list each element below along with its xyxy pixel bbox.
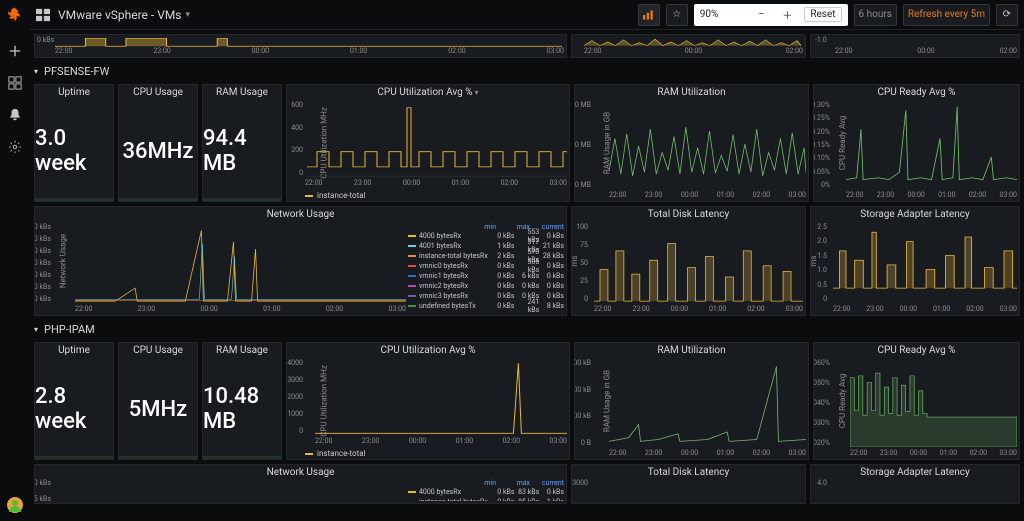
panel-net-pf[interactable]: Network Usage Network Usage 600 kBs500 k… bbox=[34, 206, 567, 316]
zoom-value: 90% bbox=[700, 9, 719, 20]
panel-title[interactable]: RAM Usage bbox=[203, 343, 281, 358]
star-button[interactable]: ☆ bbox=[666, 4, 688, 26]
panel-stor-lat-pi[interactable]: Storage Adapter Latency 4.0 bbox=[810, 464, 1020, 504]
chevron-down-icon: ▾ bbox=[34, 67, 38, 76]
panel-title[interactable]: RAM Usage bbox=[203, 85, 281, 100]
panel-title[interactable]: Storage Adapter Latency bbox=[811, 465, 1019, 480]
dashboard-grid: 0 kBs 22:0023:0000:0001:0002:0003:00 22:… bbox=[30, 30, 1024, 521]
chart-area: 2.52.01.51.00.50 22:0023:0000:0001:0002:… bbox=[811, 221, 1019, 315]
row-header-pfsense[interactable]: ▾ PFSENSE-FW bbox=[34, 62, 1020, 80]
avatar-icon[interactable] bbox=[7, 497, 23, 513]
stat-value: 2.8 week bbox=[35, 384, 113, 434]
stat-value: 94.4 MB bbox=[203, 126, 281, 176]
legend-row[interactable]: vmnic2 bytesRx0 kBs0 kBs0 kBs bbox=[408, 281, 564, 291]
legend-row[interactable]: undefined bytesTx0 kBs241 kBs8 kBs bbox=[408, 301, 564, 311]
panel-cpu-ready-pi[interactable]: CPU Ready Avg % CPU Ready Avg 0.060%0.05… bbox=[813, 342, 1020, 460]
panel-title[interactable]: Storage Adapter Latency bbox=[811, 207, 1019, 222]
chart-area: 6004002000 22:0023:0000:0001:0002:0003:0… bbox=[287, 99, 569, 189]
legend-row[interactable]: vmnic0 bytesRx0 kBs306 kBs0 kBs bbox=[408, 261, 564, 271]
panel-title[interactable]: Total Disk Latency bbox=[572, 465, 805, 480]
panel-cpu-util-pi[interactable]: CPU Utilization Avg % CPU Utilization MH… bbox=[286, 342, 570, 460]
zoom-out-button[interactable]: − bbox=[752, 6, 770, 24]
panel-title[interactable]: RAM Utilization bbox=[575, 85, 808, 100]
panel-title[interactable]: Total Disk Latency bbox=[572, 207, 805, 222]
panel-cpu-pi[interactable]: CPU Usage 5MHz bbox=[118, 342, 198, 460]
refresh-button[interactable]: ⟳ bbox=[996, 4, 1018, 26]
panel-title[interactable]: Network Usage bbox=[35, 465, 566, 480]
legend-row[interactable]: instance-total bytesRx2 kBs570 kBs28 kBs bbox=[408, 251, 564, 261]
stat-value: 36MHz bbox=[123, 139, 194, 164]
legend-row[interactable]: vmnic1 bytesRx0 kBs6 kBs0 kBs bbox=[408, 271, 564, 281]
panel-cpu-ready-pf[interactable]: CPU Ready Avg % CPU Ready Avg 0.30%0.25%… bbox=[813, 84, 1020, 202]
zoom-toolbar: 90% − ＋ Reset bbox=[694, 4, 848, 26]
panel-title[interactable]: CPU Usage bbox=[119, 343, 197, 358]
add-panel-button[interactable] bbox=[638, 4, 660, 26]
zoom-reset-button[interactable]: Reset bbox=[804, 7, 841, 22]
chart-area: 1007550250 22:0023:0000:0001:0002:0003:0… bbox=[572, 221, 805, 315]
chart-legend-side: minmaxcurrent4000 bytesRx0 kBs83 kBs0 kB… bbox=[408, 479, 564, 501]
panel-title[interactable]: Network Usage bbox=[35, 207, 566, 222]
dashboard-title: VMware vSphere - VMs bbox=[58, 8, 182, 22]
panel-title[interactable]: Uptime bbox=[35, 343, 113, 358]
table-row: 0 kBs 22:0023:0000:0001:0002:0003:00 22:… bbox=[34, 34, 1020, 58]
panel-mini-mid: 22:0000:0002:00 bbox=[571, 34, 806, 58]
panel-title[interactable]: RAM Utilization bbox=[575, 343, 808, 358]
chart-area: 3000 bbox=[572, 479, 805, 503]
panel-uptime-pf[interactable]: Uptime 3.0 week bbox=[34, 84, 114, 202]
chart-area: 600 kB400 kB200 kB0 B 22:0023:0000:0001:… bbox=[575, 357, 808, 459]
zoom-in-button[interactable]: ＋ bbox=[778, 6, 796, 24]
chart-area: 40003000200010000 22:0023:0000:0001:0002… bbox=[287, 357, 569, 447]
stat-value: 3.0 week bbox=[35, 126, 113, 176]
time-range-button[interactable]: 6 hours bbox=[854, 4, 897, 26]
panel-title[interactable]: Uptime bbox=[35, 85, 113, 100]
chart-area: 0.060%0.050%0.040%0.030%0.020% 22:0023:0… bbox=[814, 357, 1019, 459]
top-toolbar: VMware vSphere - VMs ▾ ☆ 90% − ＋ Reset 6… bbox=[30, 0, 1024, 30]
panel-cpu-util-pf[interactable]: CPU Utilization Avg %▾ CPU Utilization M… bbox=[286, 84, 570, 202]
panel-net-pi[interactable]: Network Usage 100 kBs75 kBs minmaxcurren… bbox=[34, 464, 567, 504]
panel-title[interactable]: CPU Utilization Avg %▾ bbox=[287, 85, 569, 100]
panel-ram-pi[interactable]: RAM Usage 10.48 MB bbox=[202, 342, 282, 460]
panel-disk-lat-pi[interactable]: Total Disk Latency 3000 bbox=[571, 464, 806, 504]
legend-row[interactable]: instance-total bytesRx0 kBs85 kBs1 kBs bbox=[408, 497, 564, 501]
dashboards-icon[interactable] bbox=[7, 75, 23, 91]
grafana-logo-icon[interactable] bbox=[6, 6, 24, 27]
breadcrumb[interactable]: VMware vSphere - VMs ▾ bbox=[58, 8, 190, 22]
panel-title[interactable]: CPU Ready Avg % bbox=[814, 85, 1019, 100]
panel-disk-lat-pf[interactable]: Total Disk Latency ms 1007550250 22:0023… bbox=[571, 206, 806, 316]
sidebar bbox=[0, 0, 30, 521]
stat-value: 5MHz bbox=[129, 397, 187, 422]
panel-title[interactable]: CPU Usage bbox=[119, 85, 197, 100]
section-title: PHP-IPAM bbox=[44, 323, 95, 336]
panel-stor-lat-pf[interactable]: Storage Adapter Latency ms 2.52.01.51.00… bbox=[810, 206, 1020, 316]
chart-area: 4.0 bbox=[811, 479, 1019, 503]
panel-cpu-pf[interactable]: CPU Usage 36MHz bbox=[118, 84, 198, 202]
bell-icon[interactable] bbox=[7, 107, 23, 123]
panel-ram-pf[interactable]: RAM Usage 94.4 MB bbox=[202, 84, 282, 202]
panel-mini-right: -1.0 22:0000:0002:00 bbox=[810, 34, 1020, 58]
legend-row[interactable]: 4000 bytesRx0 kBs553 kBs0 kBs bbox=[408, 231, 564, 241]
chevron-down-icon: ▾ bbox=[34, 325, 38, 334]
plus-icon[interactable] bbox=[7, 43, 23, 59]
panel-title[interactable]: CPU Ready Avg % bbox=[814, 343, 1019, 358]
chart-legend: instance-total bbox=[305, 449, 366, 458]
legend-row[interactable]: 4001 bytesRx1 kBs317 kBs21 kBs bbox=[408, 241, 564, 251]
legend-row[interactable]: vmnic3 bytesRx0 kBs0 kBs0 kBs bbox=[408, 291, 564, 301]
panel-mini-left: 0 kBs 22:0023:0000:0001:0002:0003:00 bbox=[34, 34, 567, 58]
chart-area: 200 MB100 MB0 MB 22:0023:0000:0001:0002:… bbox=[575, 99, 808, 201]
row-header-phpipam[interactable]: ▾ PHP-IPAM bbox=[34, 320, 1020, 338]
panel-uptime-pi[interactable]: Uptime 2.8 week bbox=[34, 342, 114, 460]
section-title: PFSENSE-FW bbox=[44, 65, 109, 78]
gear-icon[interactable] bbox=[7, 139, 23, 155]
panel-title[interactable]: CPU Utilization Avg % bbox=[287, 343, 569, 358]
panel-icon bbox=[36, 8, 50, 22]
refresh-interval-button[interactable]: Refresh every 5m bbox=[903, 4, 990, 26]
chart-area: 0.30%0.25%0.20%0.15%0.10%0.05%0% 22:0023… bbox=[814, 99, 1019, 201]
panel-ram-util-pf[interactable]: RAM Utilization RAM Usage in GB 200 MB10… bbox=[574, 84, 809, 202]
chart-legend-side: minmaxcurrent4000 bytesRx0 kBs553 kBs0 k… bbox=[408, 223, 564, 313]
stat-value: 10.48 MB bbox=[203, 384, 281, 434]
panel-ram-util-pi[interactable]: RAM Utilization RAM Usage in GB 600 kB40… bbox=[574, 342, 809, 460]
chart-legend: instance-total bbox=[305, 191, 366, 200]
chevron-down-icon: ▾ bbox=[186, 10, 191, 20]
legend-row[interactable]: 4000 bytesRx0 kBs83 kBs0 kBs bbox=[408, 487, 564, 497]
